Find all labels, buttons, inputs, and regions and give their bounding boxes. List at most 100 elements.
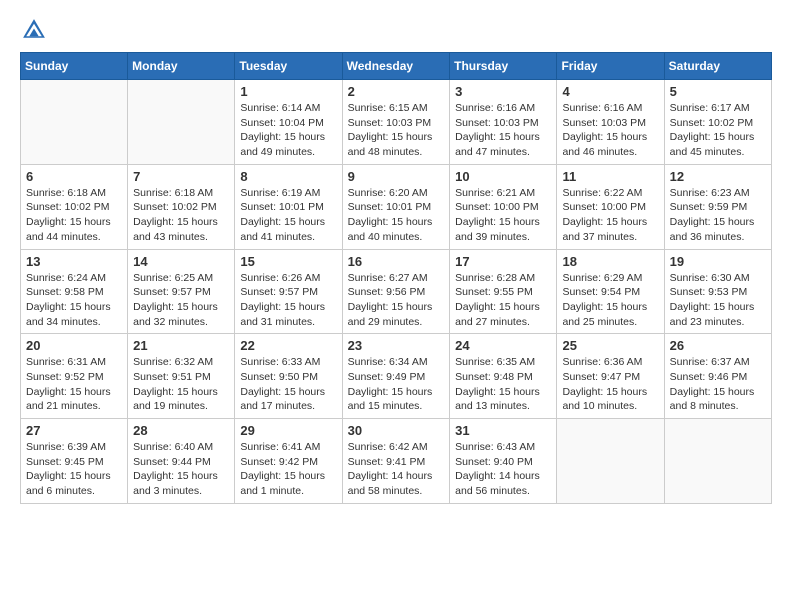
calendar-day-cell: 17 Sunrise: 6:28 AM Sunset: 9:55 PM Dayli…	[450, 249, 557, 334]
calendar-day-cell: 7 Sunrise: 6:18 AM Sunset: 10:02 PM Dayli…	[128, 164, 235, 249]
calendar-day-cell: 4 Sunrise: 6:16 AM Sunset: 10:03 PM Dayli…	[557, 80, 664, 165]
day-info: Sunrise: 6:26 AM Sunset: 9:57 PM Dayligh…	[240, 271, 336, 330]
day-info: Sunrise: 6:31 AM Sunset: 9:52 PM Dayligh…	[26, 355, 122, 414]
day-info: Sunrise: 6:21 AM Sunset: 10:00 PM Daylig…	[455, 186, 551, 245]
calendar-day-cell: 10 Sunrise: 6:21 AM Sunset: 10:00 PM Dayl…	[450, 164, 557, 249]
day-number: 17	[455, 254, 551, 269]
calendar-day-cell: 3 Sunrise: 6:16 AM Sunset: 10:03 PM Dayli…	[450, 80, 557, 165]
weekday-header: Thursday	[450, 53, 557, 80]
day-number: 26	[670, 338, 766, 353]
day-number: 15	[240, 254, 336, 269]
day-number: 19	[670, 254, 766, 269]
day-info: Sunrise: 6:30 AM Sunset: 9:53 PM Dayligh…	[670, 271, 766, 330]
day-info: Sunrise: 6:39 AM Sunset: 9:45 PM Dayligh…	[26, 440, 122, 499]
day-number: 16	[348, 254, 445, 269]
day-number: 20	[26, 338, 122, 353]
calendar-day-cell	[557, 419, 664, 504]
calendar-week-row: 13Sunrise: 6:24 AM Sunset: 9:58 PM Dayli…	[21, 249, 772, 334]
calendar-day-cell: 5Sunrise: 6:17 AM Sunset: 10:02 PM Dayli…	[664, 80, 771, 165]
calendar-day-cell: 29 Sunrise: 6:41 AM Sunset: 9:42 PM Dayli…	[235, 419, 342, 504]
day-number: 18	[562, 254, 658, 269]
calendar-day-cell: 31 Sunrise: 6:43 AM Sunset: 9:40 PM Dayli…	[450, 419, 557, 504]
day-number: 1	[240, 84, 336, 99]
calendar-day-cell: 28Sunrise: 6:40 AM Sunset: 9:44 PM Dayli…	[128, 419, 235, 504]
day-number: 4	[562, 84, 658, 99]
day-number: 5	[670, 84, 766, 99]
day-number: 3	[455, 84, 551, 99]
calendar-day-cell: 13Sunrise: 6:24 AM Sunset: 9:58 PM Dayli…	[21, 249, 128, 334]
day-number: 22	[240, 338, 336, 353]
calendar-day-cell: 1 Sunrise: 6:14 AM Sunset: 10:04 PM Dayli…	[235, 80, 342, 165]
day-info: Sunrise: 6:43 AM Sunset: 9:40 PM Dayligh…	[455, 440, 551, 499]
day-info: Sunrise: 6:16 AM Sunset: 10:03 PM Daylig…	[455, 101, 551, 160]
calendar-day-cell: 18Sunrise: 6:29 AM Sunset: 9:54 PM Dayli…	[557, 249, 664, 334]
day-number: 24	[455, 338, 551, 353]
calendar-day-cell: 20 Sunrise: 6:31 AM Sunset: 9:52 PM Dayli…	[21, 334, 128, 419]
calendar-day-cell: 15 Sunrise: 6:26 AM Sunset: 9:57 PM Dayli…	[235, 249, 342, 334]
day-info: Sunrise: 6:14 AM Sunset: 10:04 PM Daylig…	[240, 101, 336, 160]
calendar-week-row: 20 Sunrise: 6:31 AM Sunset: 9:52 PM Dayli…	[21, 334, 772, 419]
calendar-week-row: 1 Sunrise: 6:14 AM Sunset: 10:04 PM Dayli…	[21, 80, 772, 165]
calendar-day-cell: 27 Sunrise: 6:39 AM Sunset: 9:45 PM Dayli…	[21, 419, 128, 504]
day-info: Sunrise: 6:36 AM Sunset: 9:47 PM Dayligh…	[562, 355, 658, 414]
day-info: Sunrise: 6:22 AM Sunset: 10:00 PM Daylig…	[562, 186, 658, 245]
day-info: Sunrise: 6:24 AM Sunset: 9:58 PM Dayligh…	[26, 271, 122, 330]
day-number: 14	[133, 254, 229, 269]
day-number: 27	[26, 423, 122, 438]
weekday-header: Friday	[557, 53, 664, 80]
calendar-day-cell: 16 Sunrise: 6:27 AM Sunset: 9:56 PM Dayli…	[342, 249, 450, 334]
calendar-day-cell: 19 Sunrise: 6:30 AM Sunset: 9:53 PM Dayli…	[664, 249, 771, 334]
day-number: 6	[26, 169, 122, 184]
weekday-header: Tuesday	[235, 53, 342, 80]
weekday-header: Monday	[128, 53, 235, 80]
day-number: 9	[348, 169, 445, 184]
day-number: 29	[240, 423, 336, 438]
day-info: Sunrise: 6:25 AM Sunset: 9:57 PM Dayligh…	[133, 271, 229, 330]
day-number: 12	[670, 169, 766, 184]
day-number: 25	[562, 338, 658, 353]
day-info: Sunrise: 6:27 AM Sunset: 9:56 PM Dayligh…	[348, 271, 445, 330]
calendar-day-cell: 26 Sunrise: 6:37 AM Sunset: 9:46 PM Dayli…	[664, 334, 771, 419]
calendar-day-cell: 30Sunrise: 6:42 AM Sunset: 9:41 PM Dayli…	[342, 419, 450, 504]
calendar-day-cell: 2 Sunrise: 6:15 AM Sunset: 10:03 PM Dayli…	[342, 80, 450, 165]
calendar-day-cell: 25 Sunrise: 6:36 AM Sunset: 9:47 PM Dayli…	[557, 334, 664, 419]
day-number: 10	[455, 169, 551, 184]
calendar-day-cell: 6 Sunrise: 6:18 AM Sunset: 10:02 PM Dayli…	[21, 164, 128, 249]
day-info: Sunrise: 6:28 AM Sunset: 9:55 PM Dayligh…	[455, 271, 551, 330]
day-number: 7	[133, 169, 229, 184]
calendar-week-row: 27 Sunrise: 6:39 AM Sunset: 9:45 PM Dayli…	[21, 419, 772, 504]
weekday-header: Wednesday	[342, 53, 450, 80]
day-info: Sunrise: 6:41 AM Sunset: 9:42 PM Dayligh…	[240, 440, 336, 499]
weekday-header-row: SundayMondayTuesdayWednesdayThursdayFrid…	[21, 53, 772, 80]
day-number: 21	[133, 338, 229, 353]
day-info: Sunrise: 6:15 AM Sunset: 10:03 PM Daylig…	[348, 101, 445, 160]
day-info: Sunrise: 6:18 AM Sunset: 10:02 PM Daylig…	[26, 186, 122, 245]
day-number: 2	[348, 84, 445, 99]
calendar-day-cell: 11Sunrise: 6:22 AM Sunset: 10:00 PM Dayl…	[557, 164, 664, 249]
day-info: Sunrise: 6:16 AM Sunset: 10:03 PM Daylig…	[562, 101, 658, 160]
calendar-day-cell	[128, 80, 235, 165]
day-info: Sunrise: 6:32 AM Sunset: 9:51 PM Dayligh…	[133, 355, 229, 414]
day-info: Sunrise: 6:19 AM Sunset: 10:01 PM Daylig…	[240, 186, 336, 245]
day-info: Sunrise: 6:37 AM Sunset: 9:46 PM Dayligh…	[670, 355, 766, 414]
calendar-day-cell: 9 Sunrise: 6:20 AM Sunset: 10:01 PM Dayli…	[342, 164, 450, 249]
day-number: 30	[348, 423, 445, 438]
page-header	[20, 16, 772, 44]
day-number: 31	[455, 423, 551, 438]
calendar-day-cell: 12 Sunrise: 6:23 AM Sunset: 9:59 PM Dayli…	[664, 164, 771, 249]
day-info: Sunrise: 6:18 AM Sunset: 10:02 PM Daylig…	[133, 186, 229, 245]
calendar-table: SundayMondayTuesdayWednesdayThursdayFrid…	[20, 52, 772, 504]
day-number: 8	[240, 169, 336, 184]
calendar-day-cell: 21 Sunrise: 6:32 AM Sunset: 9:51 PM Dayli…	[128, 334, 235, 419]
weekday-header: Sunday	[21, 53, 128, 80]
day-info: Sunrise: 6:23 AM Sunset: 9:59 PM Dayligh…	[670, 186, 766, 245]
calendar-day-cell	[664, 419, 771, 504]
calendar-day-cell: 22Sunrise: 6:33 AM Sunset: 9:50 PM Dayli…	[235, 334, 342, 419]
weekday-header: Saturday	[664, 53, 771, 80]
logo	[20, 16, 52, 44]
day-info: Sunrise: 6:40 AM Sunset: 9:44 PM Dayligh…	[133, 440, 229, 499]
logo-icon	[20, 16, 48, 44]
day-number: 23	[348, 338, 445, 353]
day-info: Sunrise: 6:20 AM Sunset: 10:01 PM Daylig…	[348, 186, 445, 245]
calendar-day-cell: 14 Sunrise: 6:25 AM Sunset: 9:57 PM Dayli…	[128, 249, 235, 334]
